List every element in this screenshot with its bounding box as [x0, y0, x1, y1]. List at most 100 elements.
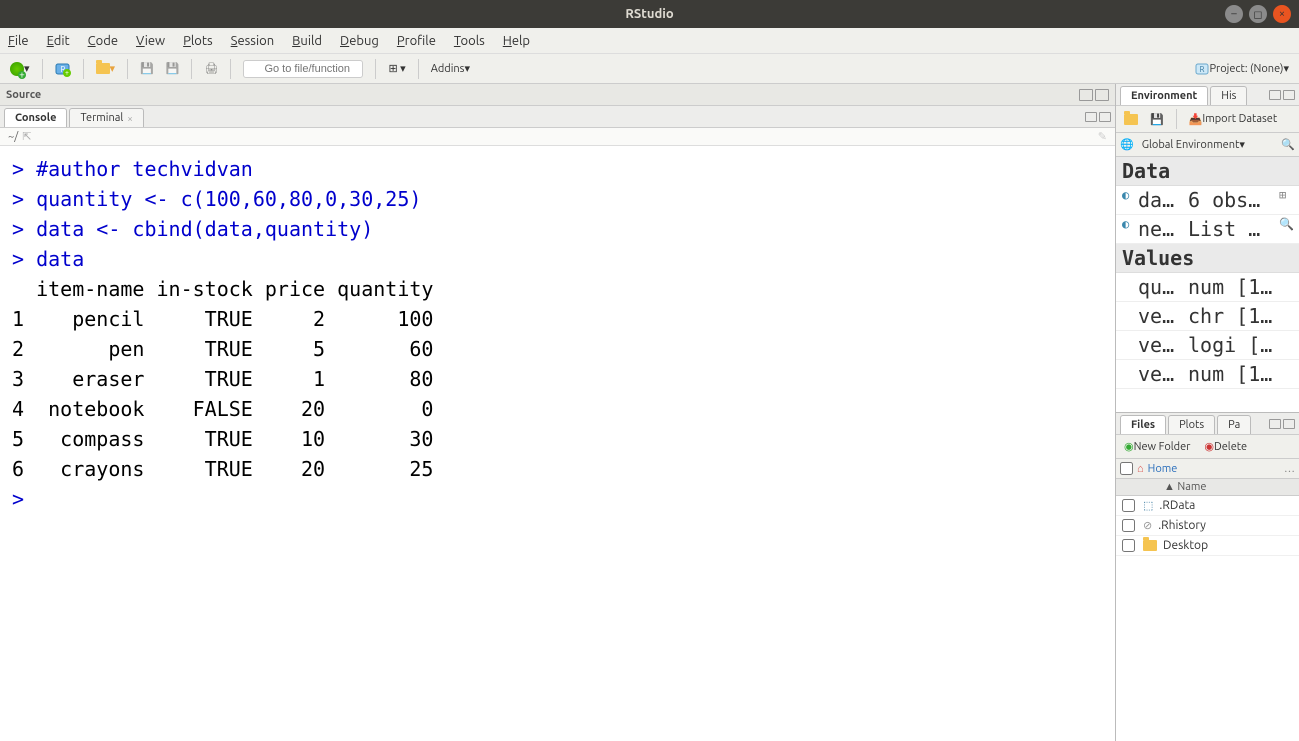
menu-session[interactable]: Session: [231, 34, 274, 48]
minimize-pane-icon[interactable]: [1269, 419, 1281, 429]
env-data-row[interactable]: ◐ne…List …🔍: [1116, 215, 1299, 244]
env-var-name: ne…: [1138, 217, 1188, 241]
env-var-value: chr [1…: [1188, 304, 1293, 328]
grid-button[interactable]: ⊞ ▾: [384, 60, 409, 77]
left-column: Source Console Terminal× ~/ ⇱ ✎ > #autho…: [0, 84, 1116, 741]
tab-history[interactable]: His: [1210, 86, 1247, 105]
file-row[interactable]: ⬚ .RData: [1116, 496, 1299, 516]
file-name: Desktop: [1163, 539, 1208, 552]
close-icon[interactable]: ×: [127, 113, 133, 124]
tab-environment[interactable]: Environment: [1120, 86, 1208, 105]
new-folder-button[interactable]: ◉ New Folder: [1120, 438, 1194, 455]
menu-view[interactable]: View: [136, 34, 165, 48]
menu-edit[interactable]: Edit: [47, 34, 70, 48]
separator: [418, 59, 419, 79]
tab-packages[interactable]: Pa: [1217, 415, 1251, 434]
console-output-line: 1 pencil TRUE 2 100: [12, 304, 1103, 334]
console-tabs: Console Terminal×: [0, 106, 1115, 128]
env-data-row[interactable]: ◐da…6 obs…⊞: [1116, 186, 1299, 215]
menu-code[interactable]: Code: [88, 34, 118, 48]
console-output-line: 5 compass TRUE 10 30: [12, 424, 1103, 454]
popout-icon[interactable]: ⇱: [22, 130, 31, 143]
print-button[interactable]: 🖨: [200, 60, 222, 77]
files-tabs: Files Plots Pa: [1116, 413, 1299, 435]
save-button[interactable]: 💾: [136, 60, 158, 77]
separator: [191, 59, 192, 79]
window-title: RStudio: [625, 7, 673, 21]
file-name: .Rhistory: [1158, 519, 1206, 532]
env-value-row[interactable]: ve…logi […: [1116, 331, 1299, 360]
scope-icon: 🌐: [1120, 138, 1134, 151]
files-pane: Files Plots Pa ◉ New Folder ◉ Delete ⌂ H…: [1116, 412, 1299, 741]
maximize-pane-icon[interactable]: [1099, 112, 1111, 122]
menu-profile[interactable]: Profile: [397, 34, 436, 48]
search-env-icon[interactable]: 🔍: [1281, 138, 1295, 151]
name-column[interactable]: ▲ Name: [1164, 481, 1206, 493]
titlebar: RStudio – ◻ ×: [0, 0, 1299, 28]
menu-build[interactable]: Build: [292, 34, 322, 48]
maximize-pane-icon[interactable]: [1095, 89, 1109, 101]
addins-menu[interactable]: Addins ▾: [427, 60, 474, 77]
file-checkbox[interactable]: [1122, 539, 1135, 552]
menu-debug[interactable]: Debug: [340, 34, 379, 48]
save-workspace-button[interactable]: 💾: [1146, 111, 1168, 128]
menubar: File Edit Code View Plots Session Build …: [0, 28, 1299, 54]
file-checkbox[interactable]: [1122, 499, 1135, 512]
tab-console[interactable]: Console: [4, 108, 67, 127]
expand-icon[interactable]: ◐: [1122, 217, 1138, 241]
more-button[interactable]: …: [1284, 463, 1295, 475]
minimize-pane-icon[interactable]: [1269, 90, 1281, 100]
env-var-view-icon[interactable]: 🔍: [1279, 217, 1293, 241]
select-all-checkbox[interactable]: [1120, 462, 1133, 475]
open-file-button[interactable]: ▾: [92, 60, 120, 77]
tab-terminal[interactable]: Terminal×: [69, 108, 143, 127]
env-var-view-icon[interactable]: ⊞: [1279, 188, 1293, 212]
tab-files[interactable]: Files: [1120, 415, 1166, 434]
import-dataset-button[interactable]: 📥 Import Dataset: [1185, 111, 1281, 128]
console-output-line: 4 notebook FALSE 20 0: [12, 394, 1103, 424]
close-button[interactable]: ×: [1273, 5, 1291, 23]
separator: [230, 59, 231, 79]
separator: [1176, 109, 1177, 129]
env-scope-bar: 🌐 Global Environment ▾ 🔍: [1116, 133, 1299, 157]
maximize-pane-icon[interactable]: [1283, 419, 1295, 429]
expand-icon[interactable]: ◐: [1122, 188, 1138, 212]
file-name: .RData: [1159, 499, 1195, 512]
breadcrumb-home[interactable]: Home: [1148, 463, 1178, 475]
maximize-pane-icon[interactable]: [1283, 90, 1295, 100]
clear-console-icon[interactable]: ✎: [1098, 130, 1107, 143]
env-value-row[interactable]: ve…chr [1…: [1116, 302, 1299, 331]
console-output-line: 2 pen TRUE 5 60: [12, 334, 1103, 364]
menu-plots[interactable]: Plots: [183, 34, 213, 48]
minimize-pane-icon[interactable]: [1079, 89, 1093, 101]
file-checkbox[interactable]: [1122, 519, 1135, 532]
files-toolbar: ◉ New Folder ◉ Delete: [1116, 435, 1299, 459]
project-menu[interactable]: R Project: (None) ▾: [1191, 60, 1293, 78]
home-icon[interactable]: ⌂: [1137, 463, 1144, 475]
env-value-row[interactable]: ve…num [1…: [1116, 360, 1299, 389]
env-var-name: qu…: [1138, 275, 1188, 299]
env-var-name: da…: [1138, 188, 1188, 212]
minimize-button[interactable]: –: [1225, 5, 1243, 23]
menu-file[interactable]: File: [8, 34, 29, 48]
window-controls: – ◻ ×: [1225, 5, 1291, 23]
menu-help[interactable]: Help: [503, 34, 530, 48]
new-file-button[interactable]: ▾: [6, 60, 34, 78]
tab-plots[interactable]: Plots: [1168, 415, 1215, 434]
file-row[interactable]: Desktop: [1116, 536, 1299, 556]
new-project-button[interactable]: R+: [51, 59, 75, 79]
goto-file-input[interactable]: [243, 60, 363, 78]
env-var-value: List …: [1188, 217, 1279, 241]
console-output[interactable]: > #author techvidvan> quantity <- c(100,…: [0, 146, 1115, 741]
minimize-pane-icon[interactable]: [1085, 112, 1097, 122]
menu-tools[interactable]: Tools: [454, 34, 485, 48]
maximize-button[interactable]: ◻: [1249, 5, 1267, 23]
env-value-row[interactable]: qu…num [1…: [1116, 273, 1299, 302]
file-row[interactable]: ⊘.Rhistory: [1116, 516, 1299, 536]
env-var-value: num [1…: [1188, 275, 1293, 299]
delete-button[interactable]: ◉ Delete: [1200, 438, 1251, 455]
rdata-icon: ⬚: [1143, 499, 1153, 512]
env-scope-dropdown[interactable]: Global Environment ▾: [1138, 136, 1249, 153]
save-all-button[interactable]: 💾: [162, 60, 184, 77]
load-workspace-button[interactable]: [1120, 112, 1142, 127]
